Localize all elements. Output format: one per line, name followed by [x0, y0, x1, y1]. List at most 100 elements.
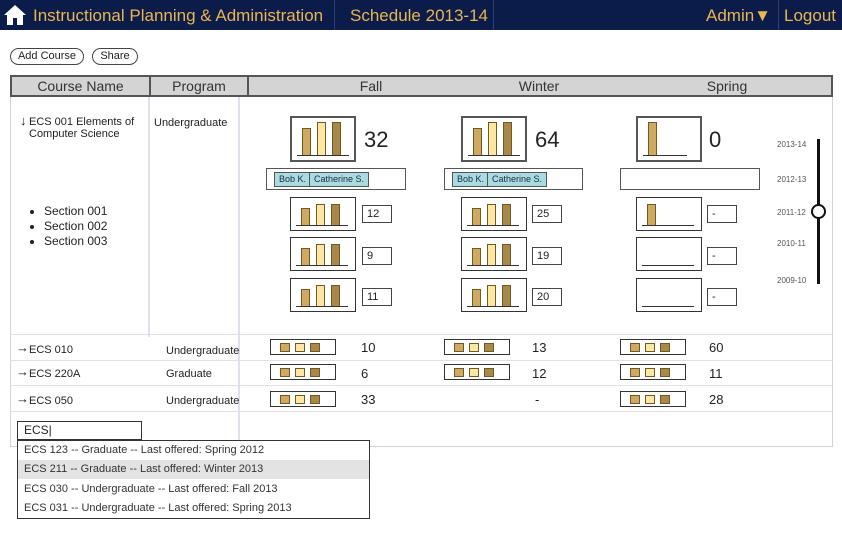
section-count[interactable]: 25	[532, 205, 562, 223]
section-chart[interactable]	[290, 278, 356, 312]
chart-bar	[454, 368, 464, 377]
mini-chart[interactable]	[444, 339, 510, 355]
logout-link[interactable]: Logout	[784, 0, 836, 30]
section-count[interactable]: -	[707, 247, 737, 265]
chart-bar	[302, 128, 311, 156]
row-divider	[10, 385, 833, 386]
course-search-input[interactable]: ECS|	[17, 421, 142, 440]
section-count[interactable]: -	[707, 288, 737, 306]
autocomplete-option[interactable]: ECS 030 -- Undergraduate -- Last offered…	[18, 480, 369, 499]
instructor-field[interactable]: Bob K. Catherine S.	[266, 168, 406, 190]
topbar-divider	[493, 0, 494, 30]
course-program: Undergraduate	[166, 345, 240, 357]
instructor-field[interactable]: Bob K. Catherine S.	[444, 168, 583, 190]
course-name[interactable]: ECS 001 Elements of Computer Science	[29, 116, 144, 140]
chart-bar	[502, 244, 511, 266]
enrollment-count: 13	[532, 340, 547, 355]
header-spring[interactable]: Spring	[602, 77, 842, 95]
course-name[interactable]: ECS 220A	[29, 368, 80, 380]
chart-bar	[472, 208, 481, 226]
arrow-right-icon[interactable]: →	[16, 364, 29, 379]
section-chart[interactable]	[636, 237, 702, 271]
timeline-year[interactable]: 2009-10	[777, 276, 806, 285]
chart-bar	[280, 368, 290, 377]
chart-bar	[280, 395, 290, 404]
section-item[interactable]: Section 001	[44, 204, 107, 219]
section-count[interactable]: -	[707, 205, 737, 223]
chart-bar	[630, 368, 640, 377]
mini-chart[interactable]	[270, 364, 336, 380]
timeline-year[interactable]: 2013-14	[777, 140, 806, 149]
timeline-year[interactable]: 2012-13	[777, 175, 806, 184]
admin-menu[interactable]: Admin▼	[706, 0, 771, 30]
section-count[interactable]: 19	[532, 247, 562, 265]
mini-chart[interactable]	[620, 364, 686, 380]
enrollment-count: 60	[709, 340, 724, 355]
arrow-down-icon[interactable]: ↓	[20, 113, 27, 128]
section-count[interactable]: 11	[362, 288, 392, 306]
arrow-right-icon[interactable]: →	[16, 340, 29, 355]
chart-axis	[296, 306, 348, 307]
course-name[interactable]: ECS 050	[29, 395, 73, 407]
chart-bar	[503, 122, 512, 156]
app-title[interactable]: Instructional Planning & Administration	[33, 0, 323, 30]
chart-bar	[645, 343, 655, 352]
instructor-chip[interactable]: Catherine S.	[487, 172, 548, 187]
chart-bar	[310, 368, 320, 377]
timeline-year[interactable]: 2010-11	[777, 239, 806, 248]
section-chart[interactable]	[636, 278, 702, 312]
chart-bar	[301, 248, 310, 266]
header-course-name[interactable]: Course Name	[12, 77, 149, 95]
autocomplete-option[interactable]: ECS 123 -- Graduate -- Last offered: Spr…	[18, 441, 369, 460]
section-count[interactable]: 9	[362, 247, 392, 265]
section-chart[interactable]	[290, 237, 356, 271]
section-count[interactable]: 20	[532, 288, 562, 306]
chart-bar	[502, 285, 511, 307]
enrollment-total: 64	[535, 127, 560, 152]
enrollment-chart[interactable]	[636, 116, 702, 162]
mini-chart[interactable]	[620, 391, 686, 407]
instructor-chip[interactable]: Bob K.	[274, 172, 312, 187]
enrollment-chart[interactable]	[461, 116, 527, 162]
column-divider	[148, 97, 150, 337]
mini-chart[interactable]	[620, 339, 686, 355]
add-course-button[interactable]: Add Course	[10, 48, 84, 65]
chart-bar	[295, 343, 305, 352]
section-chart[interactable]	[461, 197, 527, 231]
chart-bar	[469, 343, 479, 352]
section-item[interactable]: Section 003	[44, 234, 107, 249]
instructor-field[interactable]	[620, 168, 760, 190]
enrollment-count: 12	[532, 366, 547, 381]
chart-bar	[484, 368, 494, 377]
section-chart[interactable]	[461, 237, 527, 271]
section-count[interactable]: 12	[362, 205, 392, 223]
instructor-chip[interactable]: Catherine S.	[309, 172, 370, 187]
header-program[interactable]: Program	[151, 77, 247, 95]
mini-chart[interactable]	[270, 339, 336, 355]
timeline-handle[interactable]	[811, 204, 826, 219]
section-chart[interactable]	[461, 278, 527, 312]
section-chart[interactable]	[290, 197, 356, 231]
chart-bar	[487, 204, 496, 226]
chart-bar	[488, 122, 497, 156]
share-button[interactable]: Share	[92, 48, 138, 65]
mini-chart[interactable]	[270, 391, 336, 407]
home-icon[interactable]	[3, 4, 27, 26]
schedule-title[interactable]: Schedule 2013-14	[350, 0, 488, 30]
section-item[interactable]: Section 002	[44, 219, 107, 234]
section-chart[interactable]	[636, 197, 702, 231]
enrollment-total: 0	[709, 127, 722, 152]
instructor-chip[interactable]: Bob K.	[452, 172, 490, 187]
chart-axis	[468, 155, 520, 156]
autocomplete-option[interactable]: ECS 031 -- Undergraduate -- Last offered…	[18, 499, 369, 518]
arrow-right-icon[interactable]: →	[16, 391, 29, 406]
chart-axis	[467, 306, 519, 307]
autocomplete-option-highlighted[interactable]: ECS 211 -- Graduate -- Last offered: Win…	[18, 460, 369, 479]
chart-axis	[643, 155, 687, 156]
enrollment-chart[interactable]	[290, 116, 356, 162]
mini-chart[interactable]	[444, 364, 510, 380]
chart-bar	[331, 204, 340, 226]
course-name[interactable]: ECS 010	[29, 344, 73, 356]
timeline-year[interactable]: 2011-12	[777, 208, 806, 217]
table-header: Course Name Program Fall Winter Spring	[10, 75, 833, 97]
